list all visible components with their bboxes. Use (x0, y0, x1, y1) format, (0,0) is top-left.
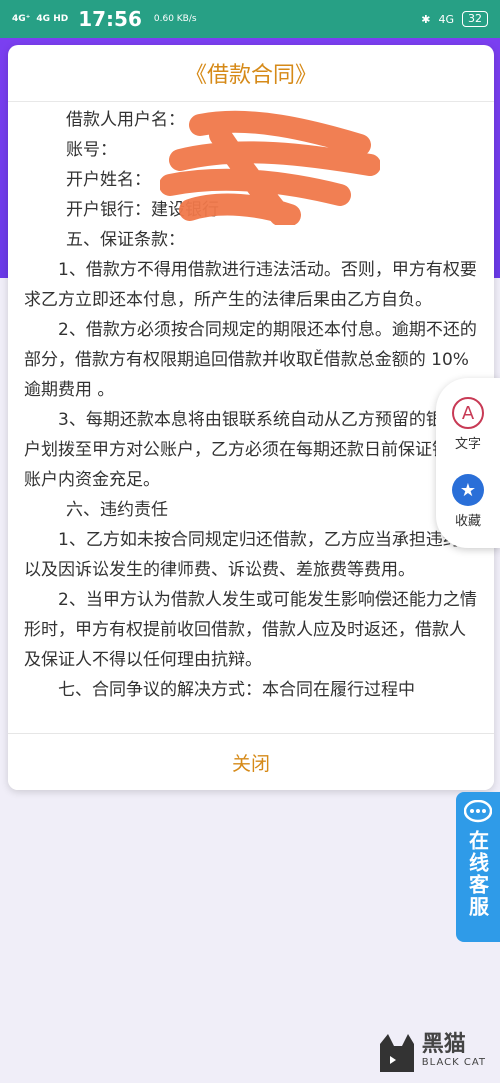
contract-line: 五、保证条款： (66, 230, 185, 250)
bluetooth-icon: ✱ (421, 12, 431, 26)
cat-logo-icon (379, 1034, 414, 1072)
contract-line: 2、当甲方认为借款人发生或可能发生影响偿还能力之情形时，甲方有权提前收回借款，借… (24, 590, 477, 670)
watermark-cn: 黑猫 (421, 1032, 466, 1057)
signal-indicator: 4G (438, 12, 454, 26)
modal-title: 《借款合同》 (8, 45, 494, 102)
online-service-button[interactable]: 在线客服 (456, 792, 500, 942)
contract-line: 3、每期还款本息将由银联系统自动从乙方预留的银行账户划拨至甲方对公账户，乙方必须… (24, 410, 477, 490)
network-indicator-1: 4G⁺ (12, 14, 31, 24)
text-size-button[interactable]: A 文字 (452, 397, 484, 452)
redaction-scribble (160, 110, 380, 225)
contract-line: 六、违约责任 (66, 500, 168, 520)
text-icon: A (452, 397, 484, 429)
text-label: 文字 (454, 437, 481, 452)
blackcat-watermark: 黑猫 BLACK CAT (376, 1032, 486, 1076)
favorite-button[interactable]: ★ 收藏 (452, 474, 484, 529)
star-icon: ★ (452, 474, 484, 506)
contract-line: 七、合同争议的解决方式：本合同在履行过程中 (58, 680, 415, 700)
contract-line: 1、借款方不得用借款进行违法活动。否则，甲方有权要求乙方立即还本付息，所产生的法… (24, 260, 477, 310)
watermark-en: BLACK CAT (421, 1057, 486, 1068)
online-service-label: 在线客服 (465, 830, 490, 918)
battery-indicator: 32 (462, 11, 488, 27)
close-button[interactable]: 关闭 (8, 733, 494, 790)
status-bar: 4G⁺ 4G HD 17:56 0.60 KB/s ✱ 4G 32 (0, 0, 500, 38)
side-tools-panel: A 文字 ★ 收藏 (436, 378, 500, 548)
contract-line: 2、借款方必须按合同规定的期限还本付息。逾期不还的部分，借款方有权限期追回借款并… (24, 320, 477, 400)
contract-line: 1、乙方如未按合同规定归还借款，乙方应当承担违约金以及因诉讼发生的律师费、诉讼费… (24, 530, 477, 580)
clock: 17:56 (78, 7, 142, 31)
chat-bubble-icon (464, 800, 492, 823)
favorite-label: 收藏 (454, 514, 481, 529)
network-indicator-2: 4G HD (36, 14, 69, 24)
network-speed: 0.60 KB/s (153, 14, 197, 24)
